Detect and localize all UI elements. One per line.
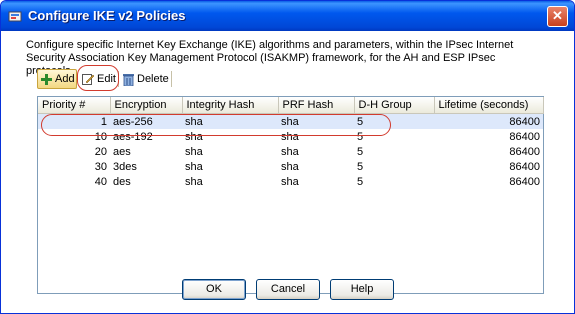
dh-group-cell: 5 (357, 130, 364, 143)
lifetime-cell: 86400 (509, 160, 540, 173)
column-header-priority[interactable]: Priority # (38, 97, 111, 114)
delete-label: Delete (137, 73, 169, 85)
column-header-dh-group[interactable]: D-H Group (354, 97, 435, 114)
encryption-cell: aes-256 (110, 113, 182, 129)
dh-group-cell: 5 (354, 113, 434, 129)
prf-hash-cell: sha (281, 160, 299, 173)
priority-cell: 1 (38, 113, 110, 129)
encryption-cell: aes (113, 145, 131, 158)
close-button[interactable]: ✕ (547, 6, 568, 27)
add-icon (41, 73, 52, 85)
lifetime-cell: 86400 (509, 175, 540, 188)
prf-hash-cell: sha (278, 113, 354, 129)
priority-cell: 10 (94, 130, 107, 143)
trash-icon (123, 73, 134, 86)
dialog-body: Configure specific Internet Key Exchange… (1, 31, 574, 313)
dh-group-cell: 5 (357, 175, 364, 188)
encryption-cell: aes-192 (113, 130, 153, 143)
encryption-cell: des (113, 175, 131, 188)
dh-group-cell: 5 (357, 145, 364, 158)
table-row[interactable]: 1 aes-256 sha sha 5 86400 (38, 113, 543, 129)
app-icon (8, 11, 22, 22)
dialog-window: Configure IKE v2 Policies ✕ Configure sp… (0, 0, 575, 314)
integrity-hash-cell: sha (185, 175, 203, 188)
title-bar[interactable]: Configure IKE v2 Policies ✕ (1, 1, 574, 31)
integrity-hash-cell: sha (185, 160, 203, 173)
help-button[interactable]: Help (330, 279, 394, 300)
priority-cell: 40 (94, 175, 107, 188)
lifetime-cell: 86400 (434, 113, 543, 129)
column-header-lifetime[interactable]: Lifetime (seconds) (434, 97, 544, 114)
table-header-row: Priority # Encryption Integrity Hash PRF… (38, 97, 544, 114)
prf-hash-cell: sha (281, 175, 299, 188)
column-header-prf-hash[interactable]: PRF Hash (278, 97, 355, 114)
delete-button[interactable]: Delete (121, 68, 171, 90)
toolbar-divider (171, 71, 172, 87)
window-title: Configure IKE v2 Policies (28, 8, 186, 23)
lifetime-cell: 86400 (509, 130, 540, 143)
encryption-cell: 3des (113, 160, 137, 173)
column-header-integrity-hash[interactable]: Integrity Hash (182, 97, 279, 114)
integrity-hash-cell: sha (185, 130, 203, 143)
lifetime-cell: 86400 (509, 145, 540, 158)
add-button[interactable]: Add (37, 69, 77, 89)
prf-hash-cell: sha (281, 130, 299, 143)
table-row[interactable]: 20 aes sha sha 5 86400 (38, 144, 543, 159)
integrity-hash-cell: sha (185, 145, 203, 158)
dh-group-cell: 5 (357, 160, 364, 173)
edit-highlight-ring (77, 65, 119, 91)
column-header-encryption[interactable]: Encryption (110, 97, 183, 114)
policy-table[interactable]: Priority # Encryption Integrity Hash PRF… (37, 96, 544, 294)
add-label: Add (55, 73, 75, 85)
priority-cell: 20 (94, 145, 107, 158)
prf-hash-cell: sha (281, 145, 299, 158)
priority-cell: 30 (94, 160, 107, 173)
table-row[interactable]: 10 aes-192 sha sha 5 86400 (38, 129, 543, 144)
table-row[interactable]: 40 des sha sha 5 86400 (38, 174, 543, 189)
integrity-hash-cell: sha (182, 113, 278, 129)
table-row[interactable]: 30 3des sha sha 5 86400 (38, 159, 543, 174)
cancel-button[interactable]: Cancel (256, 279, 320, 300)
ok-button[interactable]: OK (182, 279, 246, 300)
